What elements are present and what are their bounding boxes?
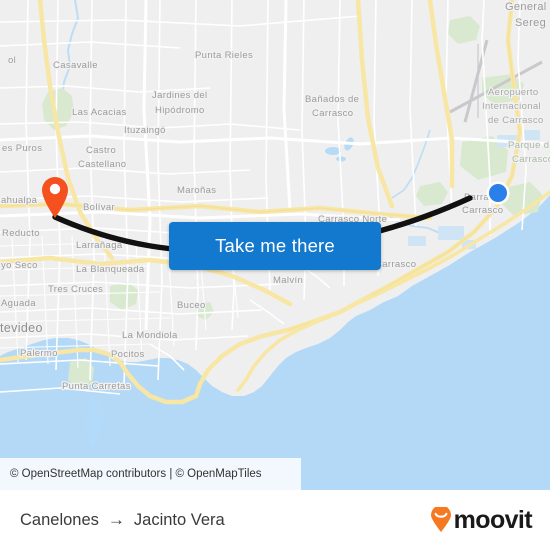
map-place-label: Las Acacias [72,107,127,118]
map-place-label: Malvín [273,275,303,286]
map-place-label: Bañados de [305,94,359,105]
route-arrow-icon: → [107,510,125,529]
map-place-label: Castro [86,145,116,156]
map-place-label: Aeropuerto [488,87,539,98]
map-place-label: Sereg [515,17,546,29]
map-place-label: Aguada [1,298,36,309]
map-place-label: La Mondiola [122,330,178,341]
moovit-map-screenshot: ol Casavalle Punta Rieles Jardines del Hipód… [0,0,550,550]
map-place-label: Punta Rieles [195,50,253,61]
route-destination-label: Jacinto Vera [133,510,225,529]
map-canvas[interactable]: ol Casavalle Punta Rieles Jardines del Hipód… [0,0,550,490]
map-place-label: General [505,1,547,13]
footer-bar: Canelones → Jacinto Vera moovit [0,490,550,550]
attribution-text[interactable]: © OpenStreetMap contributors | © OpenMap… [0,468,262,480]
map-place-label: Castellano [78,159,126,170]
map-place-label: Tres Cruces [48,284,103,295]
map-place-label: Bolívar [83,202,115,213]
map-place-label: Carrasco [462,205,503,216]
destination-marker[interactable] [486,181,510,205]
map-place-label: tevideo [0,321,43,335]
map-place-label: Internacional [482,101,541,112]
map-place-label: Pocitos [111,349,145,360]
moovit-wordmark: moovit [453,505,533,534]
map-place-label: Parque d [508,140,549,151]
map-place-label: Hipódromo [155,105,205,116]
map-place-label: de Carrasco [488,115,544,126]
route-origin-label: Canelones [20,510,99,529]
map-place-label: es Puros [2,143,42,154]
map-place-label: ol [8,55,16,66]
map-place-label: Palermo [20,348,58,359]
take-me-there-button[interactable]: Take me there [169,222,381,270]
moovit-pin-icon [430,507,451,532]
map-place-label: Casavalle [53,60,98,71]
map-place-label: La Blanqueada [76,264,145,275]
map-place-label: Carrasco [312,108,353,119]
map-attribution-bar: © OpenStreetMap contributors | © OpenMap… [0,458,550,490]
map-place-label: Buceo [177,300,206,311]
map-place-label: Ituzaingó [124,125,166,136]
map-place-label: Larrañaga [76,240,123,251]
map-place-label: Punta Carretas [62,381,131,392]
map-place-label: yo Seco [1,260,38,271]
map-place-label: Carrasco [512,154,550,165]
map-place-label: Jardines del [152,90,207,101]
attribution-box: © OpenStreetMap contributors | © OpenMap… [0,458,301,490]
map-place-label: Maroñas [177,185,216,196]
map-place-label: ahualpa [1,195,38,206]
route-summary: Canelones → Jacinto Vera [20,510,225,530]
map-place-label: Reducto [2,228,40,239]
map-place-label: Carrasco [375,259,416,270]
moovit-logo[interactable]: moovit [430,505,533,534]
